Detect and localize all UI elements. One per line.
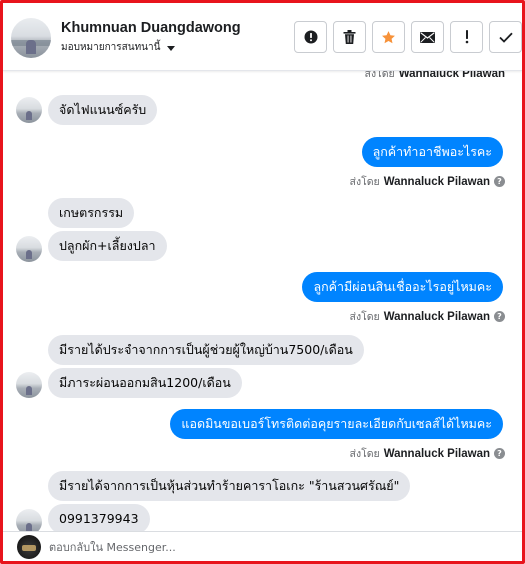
conversation-header: Khumnuan Duangdawong มอบหมายการสนทนานี้ (3, 3, 522, 71)
sent-by-label: ส่งโดย Wannaluck Pilawan ? (350, 445, 505, 462)
mark-unread-button[interactable] (411, 21, 444, 53)
envelope-icon (420, 31, 435, 43)
mark-done-button[interactable] (489, 21, 522, 53)
checkmark-icon (498, 32, 513, 43)
contact-avatar-small[interactable] (16, 236, 42, 262)
star-icon (382, 30, 395, 43)
contact-avatar[interactable] (11, 18, 51, 58)
alert-circle-icon (304, 30, 317, 44)
reply-input[interactable] (49, 538, 509, 556)
assign-label: มอบหมายการสนทนานี้ (61, 42, 161, 53)
incoming-message[interactable]: เกษตรกรรม (48, 198, 135, 228)
contact-avatar-small[interactable] (16, 97, 42, 123)
outgoing-message[interactable]: ลูกค้ามีผ่อนสินเชื่ออะไรอยู่ไหมคะ (302, 272, 503, 302)
star-button[interactable] (372, 21, 405, 53)
page-avatar (17, 535, 41, 559)
exclamation-icon (465, 30, 468, 44)
action-toolbar (294, 21, 522, 53)
sent-by-label: ส่งโดย Wannaluck Pilawan (364, 71, 505, 80)
chevron-down-icon (167, 45, 176, 51)
help-icon[interactable]: ? (494, 311, 505, 322)
incoming-message[interactable]: 0991379943 (48, 504, 150, 531)
contact-avatar-small[interactable] (16, 372, 42, 398)
outgoing-message[interactable]: แอดมินขอเบอร์โทรติดต่อคุยรายละเอียดกับเซ… (170, 409, 503, 439)
contact-name[interactable]: Khumnuan Duangdawong (61, 20, 241, 36)
follow-up-button[interactable] (450, 21, 483, 53)
incoming-message[interactable]: ปลูกผัก+เลี้ยงปลา (48, 231, 167, 261)
message-thread[interactable]: ส่งโดย Wannaluck Pilawan จัดไฟแนนซ์ครับ … (3, 71, 522, 531)
sent-by-label: ส่งโดย Wannaluck Pilawan ? (350, 308, 505, 325)
help-icon[interactable]: ? (494, 448, 505, 459)
incoming-message[interactable]: มีรายได้จากการเป็นหุ้นส่วนทำร้ายคาราโอเก… (48, 471, 411, 501)
trash-icon (343, 30, 356, 44)
incoming-message[interactable]: จัดไฟแนนซ์ครับ (48, 95, 158, 125)
incoming-message[interactable]: มีภาระผ่อนออกมสิน1200/เดือน (48, 368, 242, 398)
help-icon[interactable]: ? (494, 176, 505, 187)
outgoing-message[interactable]: ลูกค้าทำอาชีพอะไรคะ (361, 137, 503, 167)
reply-composer (3, 531, 522, 561)
spam-button[interactable] (294, 21, 327, 53)
assign-conversation-dropdown[interactable]: มอบหมายการสนทนานี้ (61, 40, 176, 55)
delete-button[interactable] (333, 21, 366, 53)
sent-by-label: ส่งโดย Wannaluck Pilawan ? (350, 173, 505, 190)
contact-avatar-small[interactable] (16, 509, 42, 531)
incoming-message[interactable]: มีรายได้ประจำจากการเป็นผู้ช่วยผู้ใหญ่บ้า… (48, 335, 364, 365)
